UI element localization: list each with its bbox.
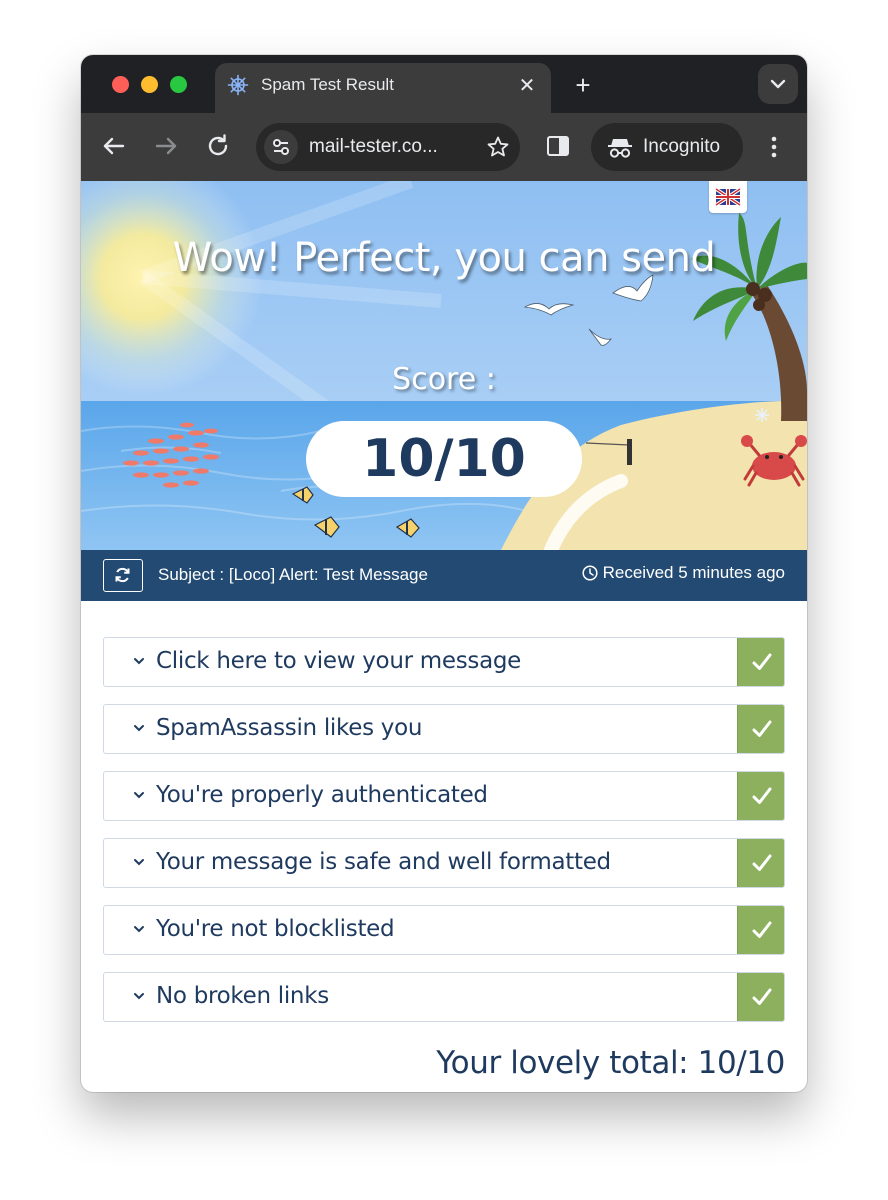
tab-strip: Spam Test Result ✕ + — [81, 55, 807, 113]
refresh-button[interactable] — [103, 559, 143, 592]
pass-check-badge — [737, 705, 784, 753]
pass-check-badge — [737, 906, 784, 954]
url-text: mail-tester.co... — [309, 136, 438, 157]
checkmark-icon — [752, 854, 772, 871]
tab-search-button[interactable] — [758, 64, 798, 104]
address-bar[interactable]: mail-tester.co... — [256, 123, 520, 171]
result-label: Click here to view your message — [156, 648, 522, 674]
result-row-spamassassin[interactable]: SpamAssassin likes you — [103, 704, 785, 754]
language-selector[interactable] — [709, 181, 747, 213]
result-row-authentication[interactable]: You're properly authenticated — [103, 771, 785, 821]
close-window-button[interactable] — [112, 76, 129, 93]
site-info-button[interactable] — [264, 130, 298, 164]
checkmark-icon — [752, 720, 772, 737]
result-label: Your message is safe and well formatted — [156, 849, 611, 875]
tab-title: Spam Test Result — [261, 75, 394, 94]
result-label: You're not blocklisted — [156, 916, 395, 942]
chevron-down-icon — [770, 79, 786, 89]
refresh-icon — [115, 567, 130, 583]
pass-check-badge — [737, 839, 784, 887]
incognito-label: Incognito — [643, 136, 721, 157]
chevron-down-icon — [134, 725, 144, 732]
checkmark-icon — [752, 787, 772, 804]
zoom-window-button[interactable] — [170, 76, 187, 93]
received-time: Received 5 minutes ago — [582, 563, 785, 583]
pass-check-badge — [737, 973, 784, 1021]
received-text: Received 5 minutes ago — [602, 563, 785, 582]
browser-toolbar: mail-tester.co... Incognito — [81, 113, 807, 181]
score-value: 10/10 — [306, 421, 582, 497]
more-menu-icon[interactable] — [761, 133, 787, 161]
result-label: You're properly authenticated — [156, 782, 488, 808]
pass-check-badge — [737, 638, 784, 686]
chevron-down-icon — [134, 859, 144, 866]
browser-window: Spam Test Result ✕ + mail-tester.co... I… — [81, 55, 807, 1092]
score-label: Score : — [392, 362, 496, 397]
chevron-down-icon — [134, 993, 144, 1000]
ship-wheel-icon — [227, 74, 249, 96]
tab-spam-test-result[interactable]: Spam Test Result ✕ — [215, 63, 551, 113]
result-label: No broken links — [156, 983, 329, 1009]
uk-flag-icon — [715, 187, 741, 207]
incognito-indicator[interactable]: Incognito — [591, 123, 743, 171]
clock-icon — [582, 565, 598, 581]
tune-icon — [273, 139, 289, 155]
new-tab-button[interactable]: + — [568, 70, 598, 100]
result-headline: Wow! Perfect, you can send — [172, 235, 716, 281]
checkmark-icon — [752, 921, 772, 938]
result-row-formatting[interactable]: Your message is safe and well formatted — [103, 838, 785, 888]
result-hero-banner: Wow! Perfect, you can send Score : 10/10 — [81, 181, 807, 550]
result-label: SpamAssassin likes you — [156, 715, 423, 741]
reload-icon[interactable] — [203, 131, 233, 161]
result-row-blocklist[interactable]: You're not blocklisted — [103, 905, 785, 955]
total-score: Your lovely total: 10/10 — [436, 1045, 785, 1081]
minimize-window-button[interactable] — [141, 76, 158, 93]
checkmark-icon — [752, 653, 772, 670]
result-row-view-message[interactable]: Click here to view your message — [103, 637, 785, 687]
pass-check-badge — [737, 772, 784, 820]
bookmark-star-icon[interactable] — [486, 135, 510, 159]
forward-arrow-icon[interactable] — [151, 131, 181, 161]
chevron-down-icon — [134, 792, 144, 799]
message-info-bar: Subject : [Loco] Alert: Test Message Rec… — [81, 550, 807, 601]
back-arrow-icon[interactable] — [99, 131, 129, 161]
side-panel-icon[interactable] — [546, 131, 570, 161]
chevron-down-icon — [134, 658, 144, 665]
chevron-down-icon — [134, 926, 144, 933]
checkmark-icon — [752, 988, 772, 1005]
close-tab-icon[interactable]: ✕ — [515, 73, 539, 97]
result-row-broken-links[interactable]: No broken links — [103, 972, 785, 1022]
message-subject: Subject : [Loco] Alert: Test Message — [158, 565, 428, 584]
incognito-icon — [608, 139, 632, 158]
